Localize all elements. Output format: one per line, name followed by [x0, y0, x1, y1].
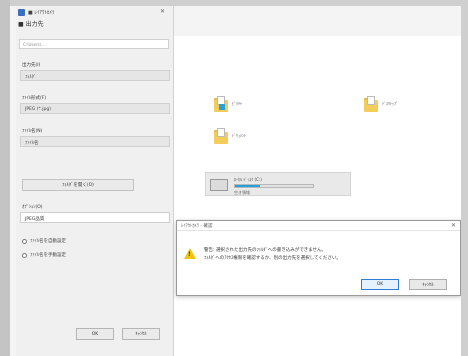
file-name-label: ﾌｧｲﾙ名(N) [22, 129, 43, 134]
folder-icon [364, 96, 378, 112]
drive-label: ﾛｰｶﾙ ﾃﾞｨｽｸ (C:) [234, 177, 262, 182]
explorer-item-documents[interactable]: ﾄﾞｷｭﾒﾝﾄ [214, 128, 246, 144]
dialog-title: ﾚｲｱｳﾄｶﾒﾗ - 確認 ✕ [177, 221, 460, 231]
radio-label: ﾌｧｲﾙ名を自動設定 [30, 239, 66, 244]
window-title: ■ ﾚｲｱｳﾄｶﾒﾗ [28, 9, 55, 16]
drive-usage-fill [235, 185, 260, 187]
explorer-item-label: ﾄﾞｷｭﾒﾝﾄ [232, 133, 246, 138]
settings-panel: ■ ﾚｲｱｳﾄｶﾒﾗ ■ 出力先 ✕ C:\Users\... 出力先(I) ﾌ… [16, 6, 174, 356]
close-icon[interactable]: ✕ [451, 222, 456, 229]
drive-usage-bar [234, 184, 314, 188]
dialog-message-line2: ﾌｫﾙﾀﾞへのｱｸｾｽ権限を確認するか、別の出力先を選択してください。 [204, 256, 341, 261]
radio-label: ﾌｧｲﾙ名を手動設定 [30, 253, 66, 258]
close-icon[interactable]: ✕ [160, 8, 165, 15]
dialog-message-line1: 警告: 選択された出力先のﾌｫﾙﾀﾞへの書き込みができません。 [204, 248, 327, 253]
option-field[interactable]: JPEG品質 [20, 212, 170, 223]
dialog-title-text: ﾚｲｱｳﾄｶﾒﾗ - 確認 [181, 224, 213, 229]
radio-button-icon [22, 238, 27, 244]
hard-drive-icon [210, 179, 228, 191]
output-target-label: 出力先(I) [22, 63, 41, 68]
screen-border-left [0, 0, 10, 356]
explorer-item-label: ﾃﾞｽｸﾄｯﾌﾟ [382, 101, 398, 106]
warning-dialog: ﾚｲｱｳﾄｶﾒﾗ - 確認 ✕ ! 警告: 選択された出力先のﾌｫﾙﾀﾞへの書き… [176, 220, 461, 296]
file-format-select[interactable]: JPEG (*.jpg) [20, 103, 170, 114]
folder-icon [214, 128, 228, 144]
explorer-content-area [174, 36, 468, 356]
radio-auto-name[interactable]: ﾌｧｲﾙ名を自動設定 [22, 238, 66, 244]
dialog-cancel-button[interactable]: ｷｬﾝｾﾙ [409, 279, 447, 290]
ok-button[interactable]: OK [76, 328, 114, 340]
dialog-ok-button[interactable]: OK [361, 279, 399, 290]
explorer-item-desktop[interactable]: ﾃﾞｽｸﾄｯﾌﾟ [364, 96, 398, 112]
option-label: ｵﾌﾟｼｮﾝ(O) [22, 205, 43, 210]
window-titlebar: ■ ﾚｲｱｳﾄｶﾒﾗ [16, 6, 173, 18]
path-field[interactable]: C:\Users\... [19, 39, 169, 49]
warning-mark-icon: ! [188, 251, 191, 258]
app-icon [18, 8, 25, 16]
drive-space-text: 空き領域 [234, 190, 250, 195]
cancel-button[interactable]: ｷｬﾝｾﾙ [122, 328, 160, 340]
folder-icon [214, 96, 228, 112]
panel-subtitle: ■ 出力先 [18, 21, 44, 28]
file-name-field[interactable]: ﾌｧｲﾙ名 [20, 136, 170, 147]
screen-border-right [461, 0, 468, 356]
explorer-item-pictures[interactable]: ﾋﾟｸﾁｬ [214, 96, 242, 112]
file-format-label: ﾌｧｲﾙ形式(F) [22, 96, 47, 101]
output-target-field[interactable]: ﾌｫﾙﾀﾞ [20, 70, 170, 81]
radio-manual-name[interactable]: ﾌｧｲﾙ名を手動設定 [22, 252, 66, 258]
open-folder-button[interactable]: ﾌｫﾙﾀﾞを開く(O) [22, 179, 134, 191]
drive-tile-c[interactable]: ﾛｰｶﾙ ﾃﾞｨｽｸ (C:) 空き領域 [205, 172, 351, 196]
explorer-item-label: ﾋﾟｸﾁｬ [232, 101, 242, 106]
radio-button-icon [22, 252, 27, 258]
